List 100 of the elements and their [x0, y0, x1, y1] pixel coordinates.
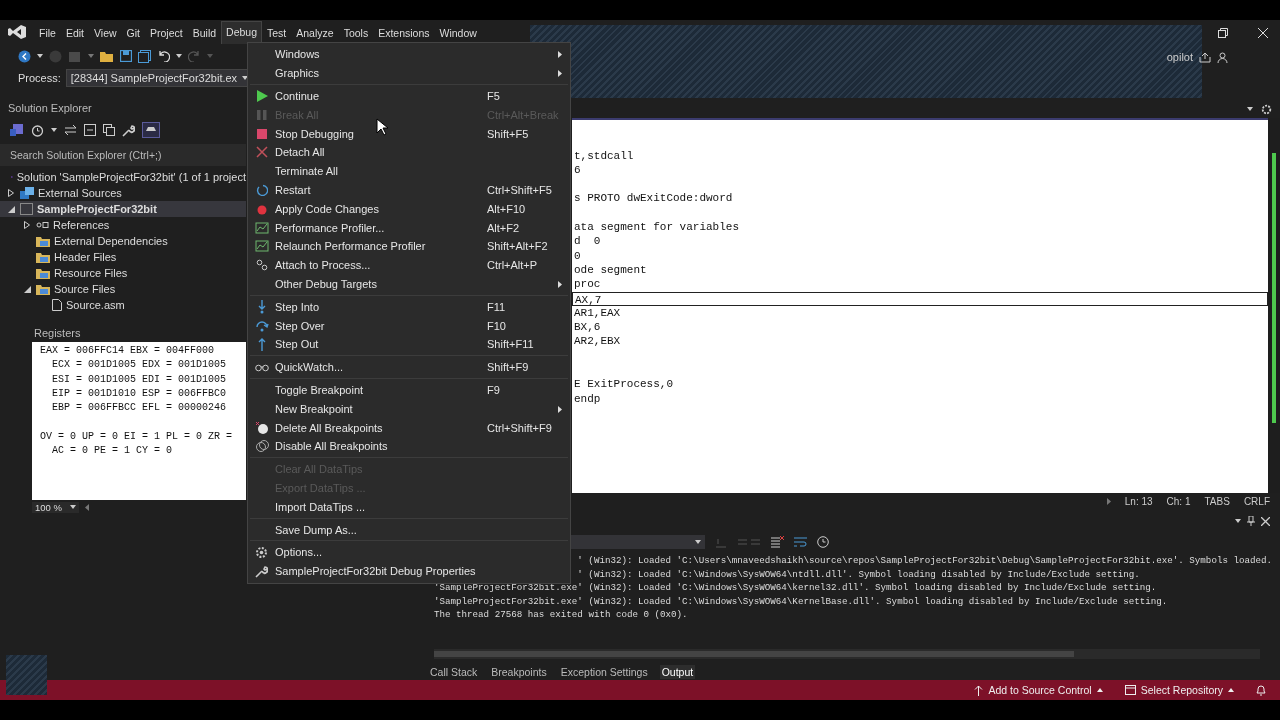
menu-item[interactable]: SampleProjectFor32bit Debug Properties [248, 561, 570, 581]
menu-item[interactable]: Terminate All [248, 161, 570, 181]
menu-item[interactable]: Delete All Breakpoints Ctrl+Shift+F9 [248, 418, 570, 437]
code-line: proc [573, 277, 602, 292]
menu-item[interactable]: Windows [248, 45, 570, 64]
save-icon [120, 50, 132, 62]
panel-title: Registers [33, 326, 82, 341]
code-line: 0 [573, 248, 582, 263]
expand-arrow-icon [8, 189, 14, 197]
caret-icon [242, 75, 249, 80]
menu-item[interactable]: Apply Code Changes Alt+F10 [248, 199, 570, 219]
status-bar-item[interactable]: Add to Source Control [988, 684, 1092, 696]
close-icon [1258, 28, 1268, 38]
tree-item[interactable]: Source.asm [0, 297, 246, 313]
menu-item[interactable]: Step Over F10 [248, 316, 570, 335]
tree-item[interactable]: External Sources [0, 185, 246, 201]
step-over-icon [254, 319, 269, 332]
menu-item[interactable]: Save Dump As... [248, 520, 570, 539]
tree-item[interactable]: SampleProjectFor32bit [0, 201, 246, 217]
expand-arrow-icon [24, 221, 30, 229]
tree-item[interactable]: Source Files [0, 281, 246, 297]
menu-bar-item[interactable]: Git [121, 21, 145, 44]
status-bar-item[interactable]: Select Repository [1140, 684, 1223, 696]
menu-bar-item[interactable]: Build [187, 21, 222, 44]
breakpoints-icon [254, 420, 269, 435]
scrollbar-thumb[interactable] [434, 651, 1074, 657]
menu-bar-item[interactable]: View [89, 21, 122, 44]
code-icon [20, 187, 34, 199]
menu-item[interactable]: Disable All Breakpoints [248, 436, 570, 456]
menu-item[interactable]: New Breakpoint [248, 399, 570, 419]
menu-bar-item[interactable]: Debug [221, 21, 262, 44]
submenu-arrow-icon [558, 70, 562, 78]
panel-tab[interactable]: Output [659, 665, 696, 679]
menu-item[interactable]: Attach to Process... Ctrl+Alt+P [248, 255, 570, 275]
panel-tab[interactable]: Exception Settings [558, 665, 650, 679]
caret-icon [207, 54, 213, 58]
tree-item[interactable]: Header Files [0, 249, 246, 265]
output-line: ' (Win32): Loaded 'C:\Users\mnaveedshaikh\source\repos\SampleProjectFor32bit\Debug\SampleProjectFor32bit.exe'. Symbols loaded. [577, 554, 1274, 568]
zoom-dropdown[interactable]: 100 % [32, 501, 79, 513]
line-ending-indicator[interactable]: CRLF [1243, 496, 1270, 507]
menu-bar-item[interactable]: Extensions [373, 21, 435, 44]
register-line: OV = 0 UP = 0 EI = 1 PL = 0 ZR = [39, 429, 234, 444]
line-indicator[interactable]: Ln: 13 [1124, 496, 1153, 507]
menu-item[interactable]: Performance Profiler... Alt+F2 [248, 218, 570, 237]
menu-item[interactable]: Step Out Shift+F11 [248, 334, 570, 354]
menu-bar-item[interactable]: Analyze [291, 21, 339, 44]
collapse-arrow-icon [23, 285, 31, 293]
caret-icon [69, 505, 76, 509]
search-field[interactable]: Search Solution Explorer (Ctrl+;) [0, 144, 246, 166]
panel-tab[interactable]: Breakpoints [489, 665, 549, 679]
tree-item[interactable]: References [0, 217, 246, 233]
menu-item[interactable]: QuickWatch... Shift+F9 [248, 357, 570, 377]
menu-bar-item[interactable]: Test [262, 21, 292, 44]
forward-icon [49, 49, 62, 63]
menu-item[interactable]: Detach All [248, 143, 570, 162]
menu-item[interactable]: Options... [248, 542, 570, 562]
menu-item[interactable]: Relaunch Performance Profiler Shift+Alt+F2 [248, 236, 570, 256]
file-icon [52, 299, 62, 311]
menu-item[interactable]: Continue F5 [248, 86, 570, 106]
save-all-icon [138, 49, 151, 63]
caret-icon [51, 128, 57, 132]
menu-item[interactable]: Other Debug Targets [248, 274, 570, 294]
breakpoints-icon [254, 439, 269, 454]
code-line: ode segment [573, 262, 648, 278]
caret-icon [88, 54, 94, 58]
panel-tab[interactable]: Call Stack [428, 665, 480, 679]
chart-icon [254, 240, 269, 253]
menu-item[interactable]: Restart Ctrl+Shift+F5 [248, 180, 570, 200]
clock-icon [817, 536, 829, 548]
pause-icon [255, 108, 268, 121]
scrollbar-thumb[interactable] [1272, 153, 1276, 423]
menu-bar-item[interactable]: Window [434, 21, 482, 44]
close-icon [1261, 516, 1270, 526]
copilot-label[interactable]: opilot [1166, 51, 1193, 63]
mouse-pointer-icon [376, 118, 388, 136]
clear-all-icon [771, 536, 784, 548]
menu-bar-item[interactable]: Project [145, 21, 188, 44]
menu-item[interactable]: Stop Debugging Shift+F5 [248, 124, 570, 143]
column-indicator[interactable]: Ch: 1 [1166, 496, 1191, 507]
tree-item[interactable]: Resource Files [0, 265, 246, 281]
tree-item[interactable]: External Dependencies [0, 233, 246, 249]
menu-bar-item[interactable]: Edit [60, 21, 89, 44]
person-icon [1217, 51, 1228, 63]
tree-item[interactable]: Solution 'SampleProjectFor32bit' (1 of 1 project [0, 169, 246, 185]
menu-bar-item[interactable]: File [34, 21, 61, 44]
chart-icon [254, 221, 269, 234]
code-line: t,stdcall [573, 148, 635, 163]
menu-item[interactable]: Import DataTips ... [248, 497, 570, 517]
menu-bar-item[interactable]: Tools [338, 21, 374, 44]
menu-item[interactable]: Toggle Breakpoint F9 [248, 380, 570, 400]
indent-indicator[interactable]: TABS [1204, 496, 1230, 507]
new-project-icon [68, 49, 82, 63]
step-into-icon [256, 299, 267, 314]
output-line: The thread 27568 has exited with code 0 (0x0). [433, 608, 689, 622]
share-icon [1199, 51, 1211, 63]
submenu-arrow-icon [558, 405, 562, 413]
code-editor[interactable]: t,stdcall 6 s PROTO dwExitCode:dword ata segment for variables d 0 0 ode segment proc AX,7 AR1,EAX BX,6 AR2,EBX E ExitProcess,0 endp [572, 118, 1268, 493]
sync-icon [10, 123, 24, 137]
output-source-dropdown[interactable] [571, 535, 705, 549]
menu-item[interactable]: Step Into F11 [248, 297, 570, 317]
